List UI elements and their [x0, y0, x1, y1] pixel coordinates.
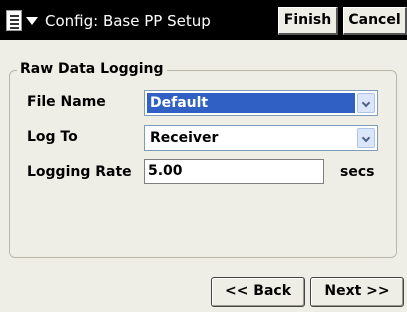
group-title: Raw Data Logging	[17, 59, 167, 79]
back-button[interactable]: << Back	[211, 277, 305, 307]
logging-rate-unit: secs	[340, 164, 375, 180]
title-bar: Config: Base PP Setup Finish Cancel	[0, 0, 407, 40]
chevron-down-icon[interactable]	[357, 93, 375, 113]
finish-button[interactable]: Finish	[278, 7, 338, 35]
cancel-button[interactable]: Cancel	[343, 7, 407, 35]
file-name-label: File Name	[27, 94, 106, 110]
config-dialog: Config: Base PP Setup Finish Cancel Raw …	[0, 0, 407, 312]
next-button[interactable]: Next >>	[310, 277, 404, 307]
file-name-value: Default	[147, 93, 355, 113]
document-menu-icon[interactable]	[5, 9, 41, 33]
log-to-value: Receiver	[150, 130, 219, 146]
logging-rate-label: Logging Rate	[27, 164, 132, 180]
chevron-down-icon[interactable]	[357, 128, 375, 148]
file-name-dropdown[interactable]: Default	[144, 90, 378, 116]
dropdown-caret-icon	[26, 17, 38, 25]
logging-rate-input[interactable]: 5.00	[144, 159, 324, 184]
log-to-dropdown[interactable]: Receiver	[144, 125, 378, 151]
window-title: Config: Base PP Setup	[45, 12, 211, 30]
log-to-label: Log To	[27, 129, 78, 145]
